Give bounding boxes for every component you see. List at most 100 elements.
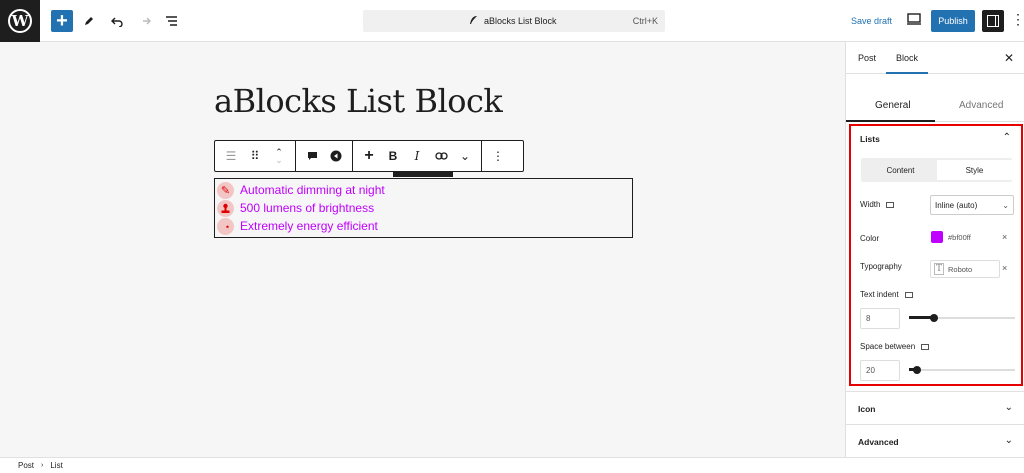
content-segment[interactable]: Content <box>863 160 938 180</box>
desktop-icon[interactable] <box>886 201 895 208</box>
text-indent-row: Text indent <box>860 290 913 299</box>
typography-picker[interactable]: T Roboto <box>930 260 1000 278</box>
list-item[interactable]: Extremely energy efficient <box>215 217 632 235</box>
drag-handle-icon[interactable]: ⠿ <box>245 146 265 166</box>
subtab-advanced[interactable]: Advanced <box>959 100 1003 111</box>
chevron-down-icon[interactable]: ⌄ <box>455 146 475 166</box>
style-segment[interactable]: Style <box>937 160 1012 180</box>
space-between-slider[interactable] <box>909 366 1015 374</box>
width-label: Width <box>860 200 881 209</box>
active-subtab-indicator <box>846 120 935 122</box>
list-item[interactable]: ✎ Automatic dimming at night <box>215 181 632 199</box>
document-title-text: aBlocks List Block <box>484 16 557 26</box>
wordpress-logo[interactable]: W <box>0 0 40 42</box>
chevron-down-icon: ⌄ <box>1002 200 1009 210</box>
breadcrumb-list[interactable]: List <box>50 461 62 470</box>
clear-typography-icon[interactable]: × <box>1002 263 1007 273</box>
settings-sidebar-toggle[interactable] <box>982 10 1004 32</box>
desktop-icon[interactable] <box>921 343 930 350</box>
advanced-section-title: Advanced <box>858 437 899 447</box>
advanced-section[interactable]: Advanced ⌄ <box>846 424 1024 457</box>
document-overview-icon[interactable] <box>160 10 182 32</box>
slider-thumb[interactable] <box>930 314 938 322</box>
add-item-icon[interactable]: + <box>359 146 379 166</box>
block-mover-group: ☰ ⠿ ⌃ ⌄ <box>215 141 296 171</box>
pencil-icon: ✎ <box>217 181 234 199</box>
clear-color-icon[interactable]: × <box>1002 232 1007 242</box>
slider-thumb[interactable] <box>913 366 921 374</box>
color-value: #bf00ff <box>948 232 971 242</box>
width-select-value: Inline (auto) <box>935 200 978 210</box>
arrow-circle-icon[interactable] <box>326 146 346 166</box>
wordpress-logo-icon: W <box>8 9 32 33</box>
list-item[interactable]: 500 lumens of brightness <box>215 199 632 217</box>
save-draft-button[interactable]: Save draft <box>851 16 892 26</box>
text-indent-slider[interactable] <box>909 314 1015 322</box>
width-row: Width <box>860 200 895 209</box>
command-palette[interactable]: aBlocks List Block Ctrl+K <box>363 10 665 32</box>
settings-sidebar: Post Block ✕ General Advanced Lists ⌃ Co… <box>845 42 1024 457</box>
add-block-button[interactable]: + <box>51 10 73 32</box>
block-icon-group <box>296 141 353 171</box>
options-group: ⋮ <box>482 141 514 171</box>
sidebar-tabs: Post Block ✕ <box>846 42 1024 74</box>
publish-button[interactable]: Publish <box>931 10 975 32</box>
list-item-text[interactable]: 500 lumens of brightness <box>240 201 374 215</box>
lists-panel-title[interactable]: Lists <box>860 134 880 144</box>
format-group: + B I ⌄ <box>353 141 482 171</box>
block-toolbar: ☰ ⠿ ⌃ ⌄ + B I ⌄ ⋮ <box>214 140 524 172</box>
text-indent-input[interactable]: 8 <box>860 308 900 329</box>
breadcrumb: Post › List <box>0 457 1024 473</box>
color-picker[interactable]: #bf00ff <box>931 231 971 243</box>
top-toolbar: W + aBlocks List Block Ctrl+K Save draft… <box>0 0 1024 42</box>
width-select[interactable]: Inline (auto) ⌄ <box>930 195 1014 215</box>
document-title: aBlocks List Block <box>469 15 557 27</box>
link-icon[interactable] <box>431 146 451 166</box>
post-title[interactable]: aBlocks List Block <box>214 82 503 120</box>
color-label: Color <box>860 234 880 243</box>
breadcrumb-post[interactable]: Post <box>18 461 34 470</box>
tab-block[interactable]: Block <box>896 53 918 63</box>
sidebar-icon <box>987 15 999 27</box>
chevron-down-icon: ⌄ <box>1004 435 1013 446</box>
typography-icon: T <box>934 263 944 275</box>
space-between-label: Space between <box>860 342 916 351</box>
active-tab-indicator <box>886 72 928 74</box>
typography-label: Typography <box>860 262 902 271</box>
chevron-down-icon: ⌄ <box>1004 402 1013 413</box>
chevron-up-icon[interactable]: ⌃ <box>1003 132 1011 143</box>
stamp-icon <box>217 199 234 217</box>
list-block-type-icon[interactable]: ☰ <box>221 146 241 166</box>
bold-icon[interactable]: B <box>383 146 403 166</box>
space-between-row: Space between <box>860 342 930 351</box>
icon-section[interactable]: Icon ⌄ <box>846 391 1024 424</box>
icon-section-title: Icon <box>858 404 876 414</box>
comment-icon[interactable] <box>302 146 322 166</box>
subtab-general[interactable]: General <box>875 100 911 111</box>
block-subtabs: General Advanced <box>846 94 1024 122</box>
list-item-text[interactable]: Extremely energy efficient <box>240 219 378 233</box>
list-item-text[interactable]: Automatic dimming at night <box>240 183 385 197</box>
content-style-switch: Content Style <box>861 158 1012 182</box>
color-swatch[interactable] <box>931 231 943 243</box>
crescent-icon <box>217 217 234 235</box>
command-shortcut: Ctrl+K <box>632 16 658 26</box>
tools-pencil-icon[interactable] <box>78 10 100 32</box>
feather-icon <box>469 15 478 27</box>
text-indent-label: Text indent <box>860 290 899 299</box>
italic-icon[interactable]: I <box>407 146 427 166</box>
toolbar-active-indicator <box>393 172 453 177</box>
more-options-icon[interactable]: ⋮ <box>1011 12 1024 26</box>
close-icon[interactable]: ✕ <box>1004 51 1014 65</box>
tab-post[interactable]: Post <box>858 53 876 63</box>
undo-icon[interactable] <box>106 10 128 32</box>
block-options-icon[interactable]: ⋮ <box>488 146 508 166</box>
move-up-down-icon[interactable]: ⌃ ⌄ <box>269 146 289 166</box>
desktop-icon[interactable] <box>904 291 913 298</box>
typography-value: Roboto <box>948 264 973 274</box>
list-block[interactable]: ✎ Automatic dimming at night 500 lumens … <box>214 178 633 238</box>
device-preview-icon[interactable] <box>906 12 922 28</box>
redo-icon[interactable] <box>134 10 156 32</box>
chevron-right-icon: › <box>41 462 44 469</box>
space-between-input[interactable]: 20 <box>860 360 900 381</box>
